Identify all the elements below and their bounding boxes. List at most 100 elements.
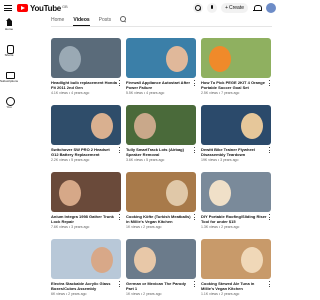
video-title[interactable]: Headlight bulb replacement Honda Fit 201… [51, 80, 121, 90]
more-options-icon[interactable] [269, 80, 271, 86]
sidebar-item-label: Subscriptions [0, 79, 19, 83]
thumbnail-subject [241, 113, 263, 139]
video-thumbnail[interactable] [126, 239, 196, 279]
more-options-icon[interactable] [194, 147, 196, 153]
video-card[interactable]: Tully SmartTrack Lots (Airbag) Speaker R… [126, 105, 196, 162]
plus-icon: + [225, 5, 228, 11]
video-thumbnail[interactable] [201, 239, 271, 279]
video-thumbnail[interactable] [51, 239, 121, 279]
more-options-icon[interactable] [119, 281, 121, 287]
video-title[interactable]: Switchover SW PRO 2 Headset G12 Battery … [51, 147, 121, 157]
microphone-icon[interactable] [207, 3, 218, 13]
video-meta: 6K views • 2 years ago [51, 292, 87, 296]
video-meta: 1.3K views • 2 years ago [201, 225, 240, 229]
video-card[interactable]: Cooking Köfte (Turkish Meatballs) in Mil… [126, 172, 196, 229]
tab-posts[interactable]: Posts [99, 17, 112, 25]
more-options-icon[interactable] [119, 147, 121, 153]
video-meta: 1K views • 2 years ago [126, 292, 162, 296]
thumbnail-subject [166, 180, 188, 206]
video-thumbnail[interactable] [201, 105, 271, 145]
thumbnail-subject [241, 247, 263, 273]
thumbnail-subject [134, 113, 156, 139]
video-title[interactable]: Anium Integra 1998 Gather Trunk Lock Rep… [51, 214, 121, 224]
video-title[interactable]: Tully SmartTrack Lots (Airbag) Speaker R… [126, 147, 196, 157]
video-thumbnail[interactable] [51, 38, 121, 78]
channel-search-icon[interactable] [120, 16, 127, 22]
video-meta: 19K views • 3 years ago [201, 158, 239, 162]
search-icon[interactable] [193, 3, 204, 13]
more-options-icon[interactable] [269, 214, 271, 220]
top-bar: YouTube GB + Create [0, 0, 282, 16]
thumbnail-subject [91, 113, 113, 139]
tab-videos[interactable]: Videos [73, 17, 90, 26]
video-card[interactable]: Electra Stackable Acrylic Glass Boxes/Cu… [51, 239, 121, 296]
video-thumbnail[interactable] [126, 105, 196, 145]
video-card[interactable]: DIY Portable Roofing/Sliding Riser Tool … [201, 172, 271, 229]
video-thumbnail[interactable] [126, 38, 196, 78]
video-thumbnail[interactable] [126, 172, 196, 212]
sidebar-item-home[interactable]: Home [0, 16, 18, 42]
more-options-icon[interactable] [269, 147, 271, 153]
video-meta: 1K views • 2 years ago [126, 225, 162, 229]
video-title[interactable]: Electra Stackable Acrylic Glass Boxes/Cu… [51, 281, 121, 291]
create-button[interactable]: + Create [221, 3, 248, 13]
tabs-divider [51, 26, 272, 27]
thumbnail-subject [59, 180, 81, 206]
more-options-icon[interactable] [119, 214, 121, 220]
more-options-icon[interactable] [194, 281, 196, 287]
video-title[interactable]: How To Pick PEGE 2KIT 4 Orange Portable … [201, 80, 271, 90]
logo-text: YouTube [30, 3, 61, 13]
more-options-icon[interactable] [119, 80, 121, 86]
tab-home[interactable]: Home [51, 17, 64, 25]
video-meta: 4.1K views • 4 years ago [51, 91, 90, 95]
video-card[interactable]: Headlight bulb replacement Honda Fit 201… [51, 38, 121, 95]
more-options-icon[interactable] [194, 214, 196, 220]
thumbnail-subject [166, 46, 188, 72]
video-card[interactable]: Anium Integra 1998 Gather Trunk Lock Rep… [51, 172, 121, 229]
video-title[interactable]: Cooking Köfte (Turkish Meatballs) in Mil… [126, 214, 196, 224]
home-icon [5, 18, 13, 26]
more-options-icon[interactable] [194, 80, 196, 86]
logo-region: GB [61, 4, 68, 9]
sidebar-item-subscriptions[interactable]: Subscriptions [0, 68, 18, 94]
thumbnail-subject [134, 247, 156, 273]
video-card[interactable]: Cooking Stewed Ale Tuna in Millie's Vega… [201, 239, 271, 296]
channel-tabs: Home Videos Posts [51, 16, 127, 26]
video-card[interactable]: How To Pick PEGE 2KIT 4 Orange Portable … [201, 38, 271, 95]
video-meta: 2.5K views • 7 years ago [201, 91, 240, 95]
account-avatar[interactable] [266, 3, 276, 13]
menu-icon[interactable] [4, 4, 12, 12]
thumbnail-subject [209, 46, 231, 72]
video-thumbnail[interactable] [51, 105, 121, 145]
video-card[interactable]: Switchover SW PRO 2 Headset G12 Battery … [51, 105, 121, 162]
shorts-icon [6, 45, 14, 54]
video-title[interactable]: DIY Portable Roofing/Sliding Riser Tool … [201, 214, 271, 224]
thumbnail-subject [209, 180, 231, 206]
video-title[interactable]: Dewitt Bike Trainer Flywheel Disassembly… [201, 147, 271, 157]
video-card[interactable]: German or Mexican The Parody Part 1 1K vi… [126, 239, 196, 296]
sidebar-item-you[interactable]: You [0, 94, 18, 120]
video-meta: 2.2K views • 5 years ago [51, 158, 90, 162]
video-thumbnail[interactable] [201, 38, 271, 78]
video-title[interactable]: Firewall Appliance Autostart After Power… [126, 80, 196, 90]
sidebar-item-shorts[interactable]: Shorts [0, 42, 18, 68]
youtube-logo[interactable]: YouTube GB [17, 3, 68, 13]
video-meta: 1.1K views • 2 years ago [201, 292, 240, 296]
video-card[interactable]: Firewall Appliance Autostart After Power… [126, 38, 196, 95]
video-thumbnail[interactable] [201, 172, 271, 212]
top-right-actions: + Create [193, 3, 276, 13]
more-options-icon[interactable] [269, 281, 271, 287]
video-thumbnail[interactable] [51, 172, 121, 212]
video-title[interactable]: Cooking Stewed Ale Tuna in Millie's Vega… [201, 281, 271, 291]
video-title[interactable]: German or Mexican The Parody Part 1 [126, 281, 196, 291]
video-meta: 3.6K views • 5 years ago [126, 158, 165, 162]
you-icon [5, 97, 15, 106]
subscriptions-icon [5, 71, 15, 79]
video-meta: 5.5K views • 4 years ago [126, 91, 165, 95]
sidebar-item-label: Home [4, 27, 13, 31]
video-card[interactable]: Dewitt Bike Trainer Flywheel Disassembly… [201, 105, 271, 162]
notifications-bell-icon[interactable] [252, 3, 262, 13]
create-label: Create [228, 5, 244, 11]
sidebar: Home Shorts Subscriptions You [0, 16, 18, 300]
youtube-play-icon [17, 4, 28, 12]
